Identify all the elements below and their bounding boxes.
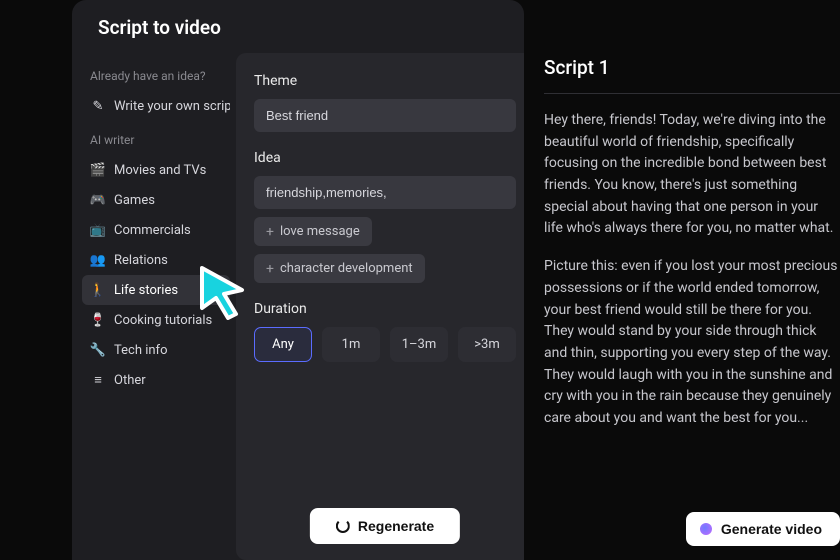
regenerate-label: Regenerate (358, 518, 434, 534)
duration-1-3m[interactable]: 1–3m (390, 327, 448, 362)
panel-body: Already have an idea? ✎ Write your own s… (72, 53, 524, 560)
script-title: Script 1 (544, 56, 840, 94)
sidebar-item-movies[interactable]: 🎬 Movies and TVs (82, 155, 230, 185)
script-preview-panel: Script 1 Hey there, friends! Today, we'r… (544, 56, 840, 560)
plus-icon: + (266, 262, 274, 276)
sidebar-heading-ai: AI writer (82, 127, 230, 155)
script-paragraph: Picture this: even if you lost your most… (544, 256, 840, 430)
duration-gt3m[interactable]: >3m (458, 327, 516, 362)
gamepad-icon: 🎮 (90, 192, 106, 208)
sidebar-item-commercials[interactable]: 📺 Commercials (82, 215, 230, 245)
sidebar-item-label: Life stories (114, 283, 178, 298)
generate-label: Generate video (721, 521, 822, 537)
panel-title: Script to video (72, 0, 524, 53)
generate-video-button[interactable]: Generate video (686, 512, 840, 546)
person-icon: 🚶 (90, 282, 106, 298)
wine-icon: 🍷 (90, 312, 106, 328)
sidebar-item-label: Relations (114, 253, 168, 268)
refresh-icon (336, 519, 350, 533)
sidebar-item-life-stories[interactable]: 🚶 Life stories (82, 275, 230, 305)
list-icon: ≡ (90, 372, 106, 388)
sidebar-item-label: Commercials (114, 223, 191, 238)
sidebar-item-label: Movies and TVs (114, 163, 206, 178)
chip-label: character development (280, 261, 413, 276)
sidebar: Already have an idea? ✎ Write your own s… (72, 53, 236, 560)
wrench-icon: 🔧 (90, 342, 106, 358)
sidebar-item-label: Other (114, 373, 146, 388)
theme-label: Theme (254, 73, 516, 89)
chip-label: love message (280, 224, 360, 239)
sidebar-item-cooking[interactable]: 🍷 Cooking tutorials (82, 305, 230, 335)
sparkle-icon (700, 523, 712, 535)
chip-love-message[interactable]: + love message (254, 217, 372, 246)
sidebar-item-other[interactable]: ≡ Other (82, 365, 230, 395)
tv-icon: 📺 (90, 222, 106, 238)
duration-1m[interactable]: 1m (322, 327, 380, 362)
idea-label: Idea (254, 150, 516, 166)
duration-label: Duration (254, 301, 516, 317)
sidebar-item-label: Write your own script (114, 99, 230, 114)
sidebar-item-write-own[interactable]: ✎ Write your own script (82, 91, 230, 121)
script-paragraph: Hey there, friends! Today, we're diving … (544, 110, 840, 240)
sidebar-heading-idea: Already have an idea? (82, 63, 230, 91)
sidebar-item-label: Tech info (114, 343, 168, 358)
plus-icon: + (266, 225, 274, 239)
duration-any[interactable]: Any (254, 327, 312, 362)
film-icon: 🎬 (90, 162, 106, 178)
chip-character-development[interactable]: + character development (254, 254, 425, 283)
sidebar-item-games[interactable]: 🎮 Games (82, 185, 230, 215)
script-body: Hey there, friends! Today, we're diving … (544, 110, 840, 430)
regenerate-button[interactable]: Regenerate (310, 508, 460, 544)
idea-input[interactable] (254, 176, 516, 209)
pencil-icon: ✎ (90, 98, 106, 114)
sidebar-item-label: Cooking tutorials (114, 313, 212, 328)
sidebar-item-relations[interactable]: 👥 Relations (82, 245, 230, 275)
script-to-video-panel: Script to video Already have an idea? ✎ … (72, 0, 524, 560)
duration-options: Any 1m 1–3m >3m (254, 327, 516, 362)
people-icon: 👥 (90, 252, 106, 268)
sidebar-item-tech[interactable]: 🔧 Tech info (82, 335, 230, 365)
sidebar-item-label: Games (114, 193, 155, 208)
script-form: Theme Idea + love message + character de… (236, 53, 524, 560)
idea-suggestions: + love message + character development (254, 217, 516, 283)
theme-input[interactable] (254, 99, 516, 132)
